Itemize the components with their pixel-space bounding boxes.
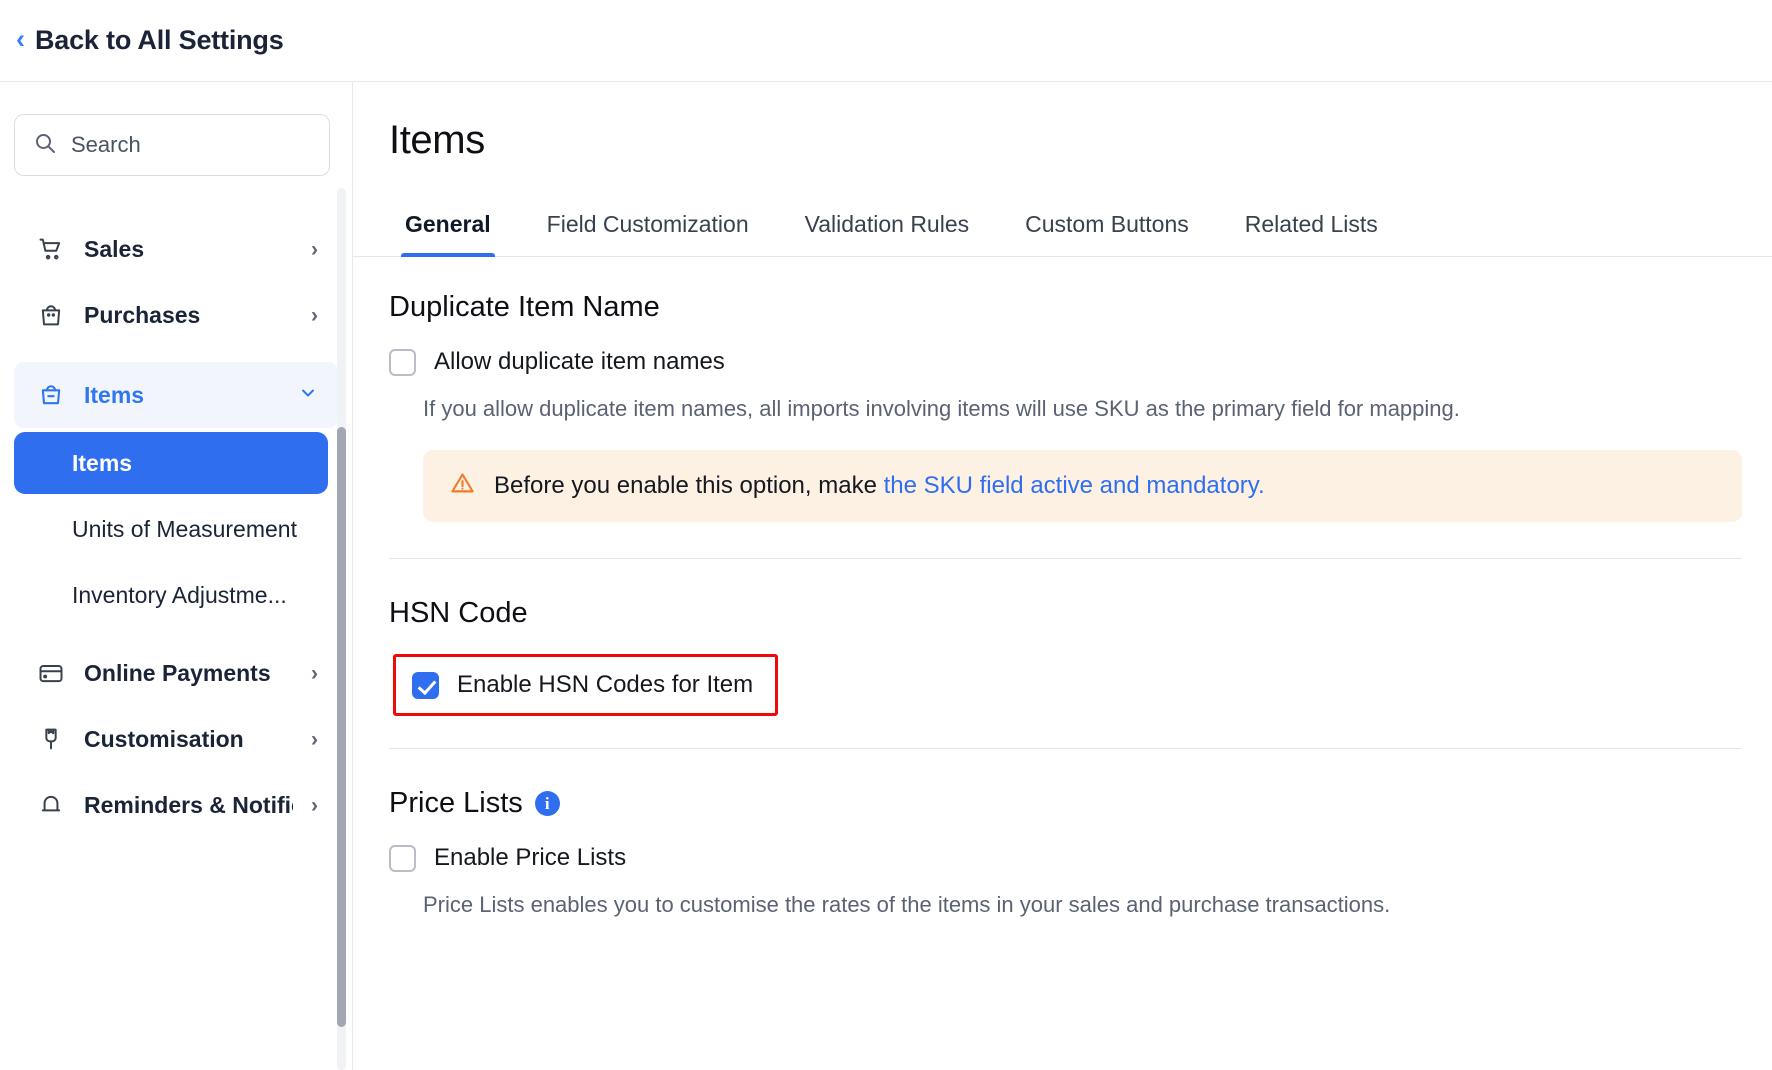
shopping-cart-icon: [36, 234, 66, 264]
tab-field-customization[interactable]: Field Customization: [519, 199, 777, 256]
checkbox-box[interactable]: [389, 348, 416, 376]
checkbox-label: Enable HSN Codes for Item: [457, 671, 754, 698]
credit-card-icon: [36, 658, 66, 688]
section-heading: HSN Code: [389, 597, 528, 629]
checkbox-box[interactable]: [389, 844, 416, 872]
page-title: Items: [389, 118, 485, 162]
back-to-all-settings-link[interactable]: ‹ Back to All Settings: [16, 25, 284, 56]
warning-triangle-icon: [449, 470, 476, 502]
checkbox-label: Enable Price Lists: [434, 844, 627, 871]
chevron-right-icon: ›: [311, 793, 318, 817]
section-heading: Duplicate Item Name: [389, 291, 660, 323]
sidebar-item-reminders-notifications[interactable]: Reminders & Notific... ›: [14, 772, 338, 838]
sidebar-subitem-label: Inventory Adjustme...: [72, 581, 287, 608]
shopping-bag-icon: [36, 300, 66, 330]
sidebar-item-purchases[interactable]: Purchases ›: [14, 282, 338, 348]
sku-warning-banner: Before you enable this option, make the …: [423, 450, 1742, 522]
sidebar-subitem-label: Units of Measurement: [72, 515, 297, 542]
back-link-label: Back to All Settings: [35, 25, 284, 55]
sidebar-item-label: Online Payments: [84, 659, 271, 686]
sidebar-subitem-inventory-adjustments[interactable]: Inventory Adjustme...: [14, 564, 328, 626]
item-bag-icon: [36, 380, 66, 410]
tab-bar: General Field Customization Validation R…: [353, 199, 1772, 257]
tab-general[interactable]: General: [377, 199, 519, 257]
sidebar-subitem-label: Items: [72, 449, 133, 476]
bell-icon: [36, 790, 66, 820]
sidebar-nav: Sales › Purchases › Items Items Units of…: [0, 216, 352, 838]
price-lists-helper-text: Price Lists enables you to customise the…: [423, 892, 1391, 917]
info-icon[interactable]: i: [534, 791, 560, 816]
sidebar-subitem-items[interactable]: Items: [14, 432, 328, 494]
duplicate-helper-text: If you allow duplicate item names, all i…: [423, 396, 1460, 421]
checkbox-box[interactable]: [412, 671, 439, 699]
top-bar: ‹ Back to All Settings: [0, 0, 1772, 82]
duplicate-item-name-section: Duplicate Item Name Allow duplicate item…: [389, 291, 1742, 559]
sidebar-item-label: Reminders & Notific...: [84, 791, 293, 818]
enable-price-lists-checkbox[interactable]: Enable Price Lists: [389, 844, 1742, 872]
chevron-right-icon: ›: [311, 303, 318, 327]
sidebar-item-label: Items: [84, 381, 145, 408]
tab-custom-buttons[interactable]: Custom Buttons: [997, 199, 1217, 256]
checkbox-label: Allow duplicate item names: [434, 348, 725, 375]
sidebar-item-label: Customisation: [84, 725, 244, 752]
chevron-right-icon: ›: [311, 661, 318, 685]
sidebar-item-sales[interactable]: Sales ›: [14, 216, 338, 282]
sidebar-item-label: Sales: [84, 235, 145, 262]
main-panel: Items General Field Customization Valida…: [353, 82, 1772, 1070]
sidebar-scrollbar-thumb[interactable]: [337, 427, 346, 1027]
sidebar-item-items[interactable]: Items: [14, 362, 338, 428]
tab-related-lists[interactable]: Related Lists: [1217, 199, 1406, 256]
allow-duplicate-item-names-checkbox[interactable]: Allow duplicate item names: [389, 348, 1742, 376]
section-divider: [389, 748, 1742, 749]
sku-field-link[interactable]: the SKU field active and mandatory.: [884, 472, 1265, 499]
search-input[interactable]: [71, 132, 311, 158]
section-heading: Price Lists i: [389, 787, 1742, 820]
tab-validation-rules[interactable]: Validation Rules: [777, 199, 998, 256]
chevron-right-icon: ›: [311, 727, 318, 751]
price-lists-section: Price Lists i Enable Price Lists Price L…: [389, 787, 1742, 918]
warning-text-lead: Before you enable this option, make: [494, 472, 884, 499]
chevron-right-icon: ›: [311, 237, 318, 261]
enable-hsn-codes-checkbox[interactable]: Enable HSN Codes for Item: [393, 654, 779, 716]
sidebar-search[interactable]: [14, 114, 330, 176]
settings-content: Duplicate Item Name Allow duplicate item…: [353, 257, 1772, 1070]
sidebar-item-customisation[interactable]: Customisation ›: [14, 706, 338, 772]
sidebar-subitem-units-of-measurement[interactable]: Units of Measurement: [14, 498, 328, 560]
chevron-down-icon: [298, 383, 318, 407]
app-shell: Sales › Purchases ›: [0, 82, 1772, 1070]
settings-sidebar: Sales › Purchases ›: [0, 82, 353, 1070]
search-icon: [33, 131, 57, 160]
customisation-icon: [36, 724, 66, 754]
sidebar-item-online-payments[interactable]: Online Payments ›: [14, 640, 338, 706]
sidebar-item-label: Purchases: [84, 301, 201, 328]
section-heading-label: Price Lists: [389, 787, 523, 819]
hsn-code-section: HSN Code Enable HSN Codes for Item: [389, 597, 1742, 749]
chevron-left-icon: ‹: [16, 24, 25, 54]
warning-text: Before you enable this option, make the …: [494, 472, 1265, 500]
section-divider: [389, 558, 1742, 559]
